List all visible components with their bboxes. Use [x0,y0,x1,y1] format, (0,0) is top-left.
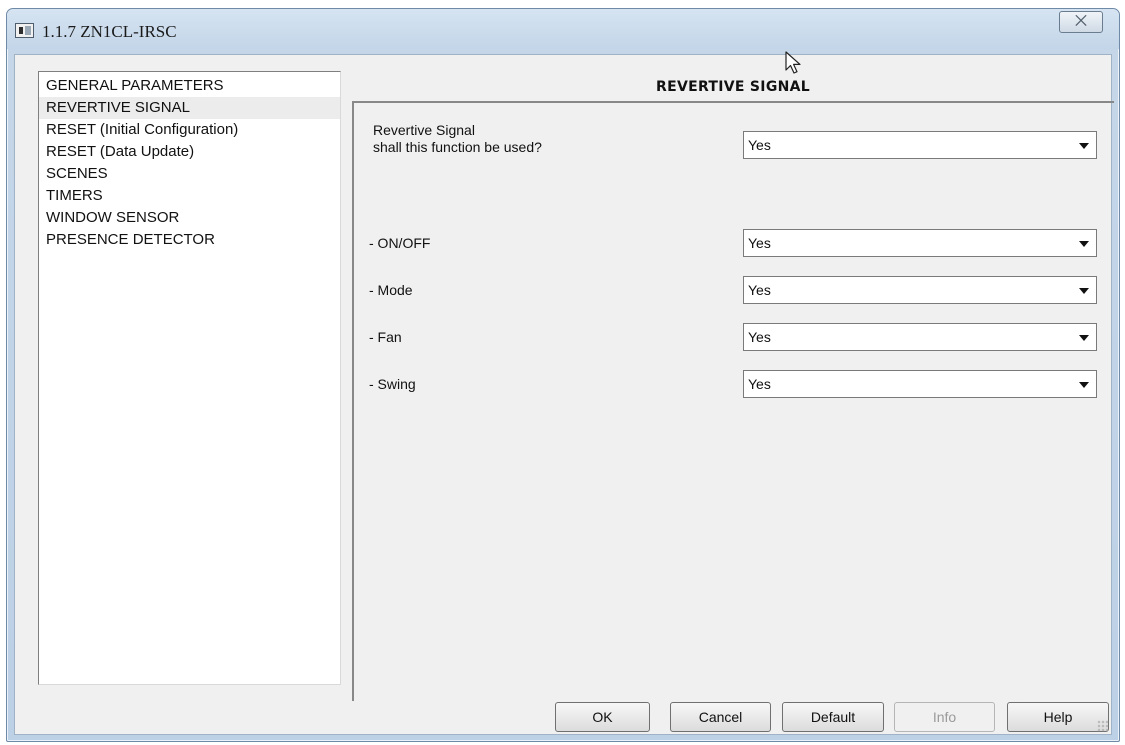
window-title: 1.1.7 ZN1CL-IRSC [42,22,177,41]
revertive-signal-select[interactable]: Yes [743,131,1097,159]
cancel-button[interactable]: Cancel [670,702,771,732]
chevron-down-icon [1079,335,1089,341]
help-button[interactable]: Help [1007,702,1109,732]
select-value: Yes [748,137,771,153]
chevron-down-icon [1079,382,1089,388]
close-button[interactable]: ⨉ [1059,11,1103,33]
info-button: Info [894,702,995,732]
param-label-line2: shall this function be used? [373,139,542,155]
chevron-down-icon [1079,241,1089,247]
mouse-pointer-icon [785,51,801,74]
swing-select[interactable]: Yes [743,370,1097,398]
param-label-mode: - Mode [369,282,413,298]
sidebar-item-timers[interactable]: TIMERS [39,185,340,207]
sidebar-item-reset-data-update[interactable]: RESET (Data Update) [39,141,340,163]
page-title: REVERTIVE SIGNAL [656,79,810,95]
dialog-client-area: GENERAL PARAMETERS REVERTIVE SIGNAL RESE… [14,54,1114,735]
param-label-swing: - Swing [369,376,416,392]
select-value: Yes [748,376,771,392]
parameter-tree: GENERAL PARAMETERS REVERTIVE SIGNAL RESE… [38,71,341,685]
chevron-down-icon [1079,143,1089,149]
sidebar-item-reset-initial-configuration[interactable]: RESET (Initial Configuration) [39,119,340,141]
resize-grip-icon[interactable] [1097,720,1109,732]
chevron-down-icon [1079,288,1089,294]
select-value: Yes [748,282,771,298]
parameter-panel: Revertive Signal shall this function be … [352,101,1114,701]
param-label-revertive-signal: Revertive Signal shall this function be … [373,122,542,156]
mode-select[interactable]: Yes [743,276,1097,304]
sidebar-item-revertive-signal[interactable]: REVERTIVE SIGNAL [39,97,340,119]
sidebar-item-scenes[interactable]: SCENES [39,163,340,185]
param-label-fan: - Fan [369,329,402,345]
sidebar-item-presence-detector[interactable]: PRESENCE DETECTOR [39,229,340,251]
app-window-icon [15,23,34,38]
title-bar[interactable]: 1.1.7 ZN1CL-IRSC ⨉ [7,9,1119,49]
sidebar-item-window-sensor[interactable]: WINDOW SENSOR [39,207,340,229]
close-icon: ⨉ [1074,13,1087,30]
param-label-line1: Revertive Signal [373,122,475,138]
on-off-select[interactable]: Yes [743,229,1097,257]
fan-select[interactable]: Yes [743,323,1097,351]
param-label-on-off: - ON/OFF [369,235,431,251]
dialog-window: 1.1.7 ZN1CL-IRSC ⨉ GENERAL PARAMETERS RE… [6,8,1120,742]
select-value: Yes [748,329,771,345]
default-button[interactable]: Default [782,702,884,732]
ok-button[interactable]: OK [555,702,650,732]
sidebar-item-general-parameters[interactable]: GENERAL PARAMETERS [39,75,340,97]
select-value: Yes [748,235,771,251]
